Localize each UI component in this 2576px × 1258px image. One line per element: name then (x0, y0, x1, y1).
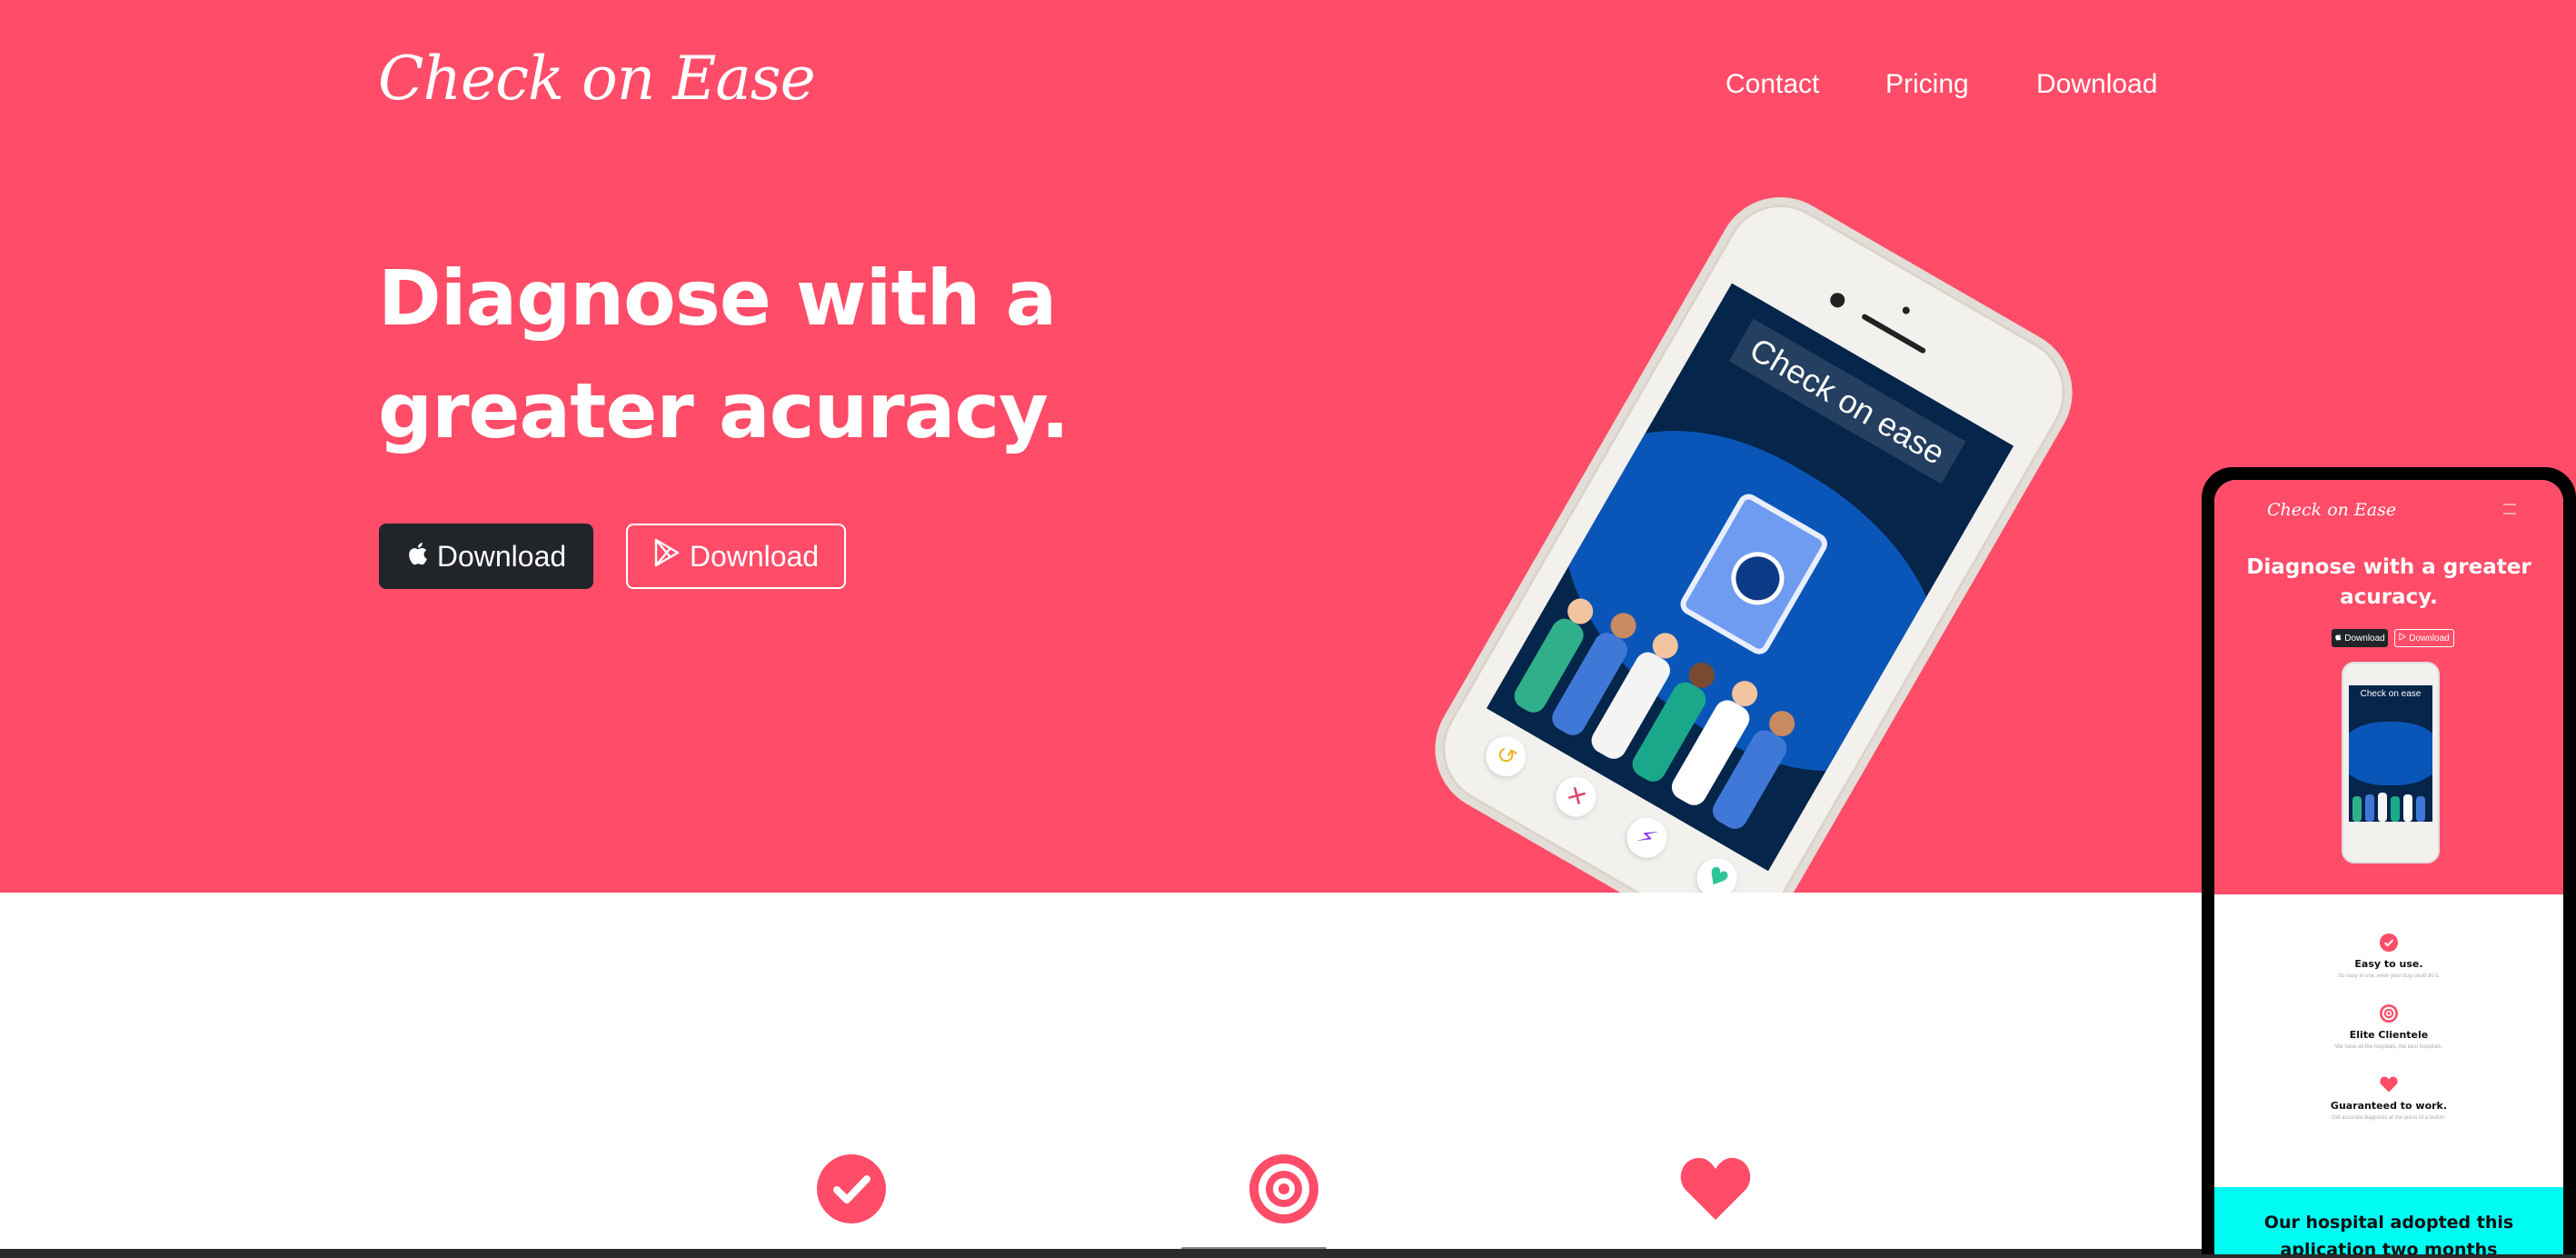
mobile-feature-desc: Get accurate diagnosis at the press of a… (2331, 1115, 2447, 1121)
window-bottom-edge (0, 1249, 2576, 1258)
mobile-feature-desc: So easy to use, even your dog could do i… (2338, 973, 2440, 979)
mobile-phone-mockup: Check on ease (2342, 662, 2440, 864)
mobile-doctors-illustration (2352, 793, 2425, 822)
mobile-feature-title: Easy to use. (2354, 958, 2423, 970)
apple-icon (406, 540, 428, 574)
heart-icon (2379, 1074, 2399, 1094)
mobile-preview-frame: Check on Ease Diagnose with a greater ac… (2202, 467, 2576, 1254)
mobile-preview-screen: Check on Ease Diagnose with a greater ac… (2214, 480, 2563, 1254)
nav-link-contact[interactable]: Contact (1726, 69, 1819, 100)
mobile-hero: Check on Ease Diagnose with a greater ac… (2214, 480, 2563, 894)
mobile-headline: Diagnose with a greater acuracy. (2246, 555, 2531, 609)
bullseye-icon (2379, 1003, 2399, 1023)
brand-logo[interactable]: Check on Ease (378, 44, 816, 114)
undo-icon: ↺ (1478, 728, 1534, 784)
mobile-feature-guaranteed: Guaranteed to work. Get accurate diagnos… (2214, 1074, 2563, 1121)
headline-line-2: greater acuracy. (378, 366, 1069, 455)
phone-mockup-image: Check on ease ↺ ✕ ⚡ ♥ (1411, 174, 2096, 893)
mobile-feature-easy: Easy to use. So easy to use, even your d… (2214, 933, 2563, 979)
apple-download-button[interactable]: Download (379, 524, 593, 589)
heart-icon (1679, 1153, 1752, 1225)
headline-line-1: Diagnose with a (378, 254, 1057, 343)
apple-icon (2334, 633, 2342, 644)
nav-link-download[interactable]: Download (2036, 69, 2157, 100)
close-icon: ✕ (1548, 769, 1604, 824)
bullseye-icon (1248, 1153, 1320, 1225)
phone-camera (1827, 290, 1848, 311)
mobile-phone-screen: Check on ease (2349, 685, 2432, 822)
hero-headline: Diagnose with a greater acuracy. (378, 242, 1196, 467)
nav-link-pricing[interactable]: Pricing (1885, 69, 1969, 100)
mobile-google-label: Download (2409, 633, 2450, 644)
google-play-download-button[interactable]: Download (626, 524, 846, 589)
bolt-icon: ⚡ (1619, 810, 1675, 865)
hero-section: Check on Ease Contact Pricing Download D… (0, 0, 2576, 893)
mobile-apple-download-button[interactable]: Download (2332, 629, 2388, 647)
mobile-brand-logo[interactable]: Check on Ease (2267, 500, 2396, 520)
phone-sensor (1901, 305, 1912, 315)
mobile-feature-elite: Elite Clientele We have all the hospital… (2214, 1003, 2563, 1050)
mobile-google-download-button[interactable]: Download (2394, 629, 2454, 647)
mobile-testimonial-section: Our hospital adopted this aplication two… (2214, 1187, 2563, 1254)
check-circle-icon (815, 1153, 888, 1225)
play-icon (2399, 633, 2407, 644)
mobile-screen-wave (2349, 722, 2432, 785)
play-icon (653, 538, 681, 574)
mobile-testimonial-text: Our hospital adopted this aplication two… (2263, 1213, 2514, 1254)
heart-icon: ♥ (1689, 851, 1745, 893)
mobile-feature-title: Elite Clientele (2349, 1029, 2429, 1041)
apple-download-label: Download (436, 539, 567, 573)
google-download-label: Download (689, 539, 820, 573)
mobile-phone-app-title: Check on ease (2360, 689, 2422, 699)
phone-speaker (1860, 313, 1927, 354)
mobile-apple-label: Download (2344, 633, 2385, 644)
hamburger-menu-icon[interactable] (2503, 504, 2516, 514)
mobile-feature-desc: We have all the hospitals, the best hosp… (2334, 1044, 2443, 1050)
check-circle-icon (2379, 933, 2399, 953)
mobile-feature-title: Guaranteed to work. (2330, 1100, 2448, 1112)
